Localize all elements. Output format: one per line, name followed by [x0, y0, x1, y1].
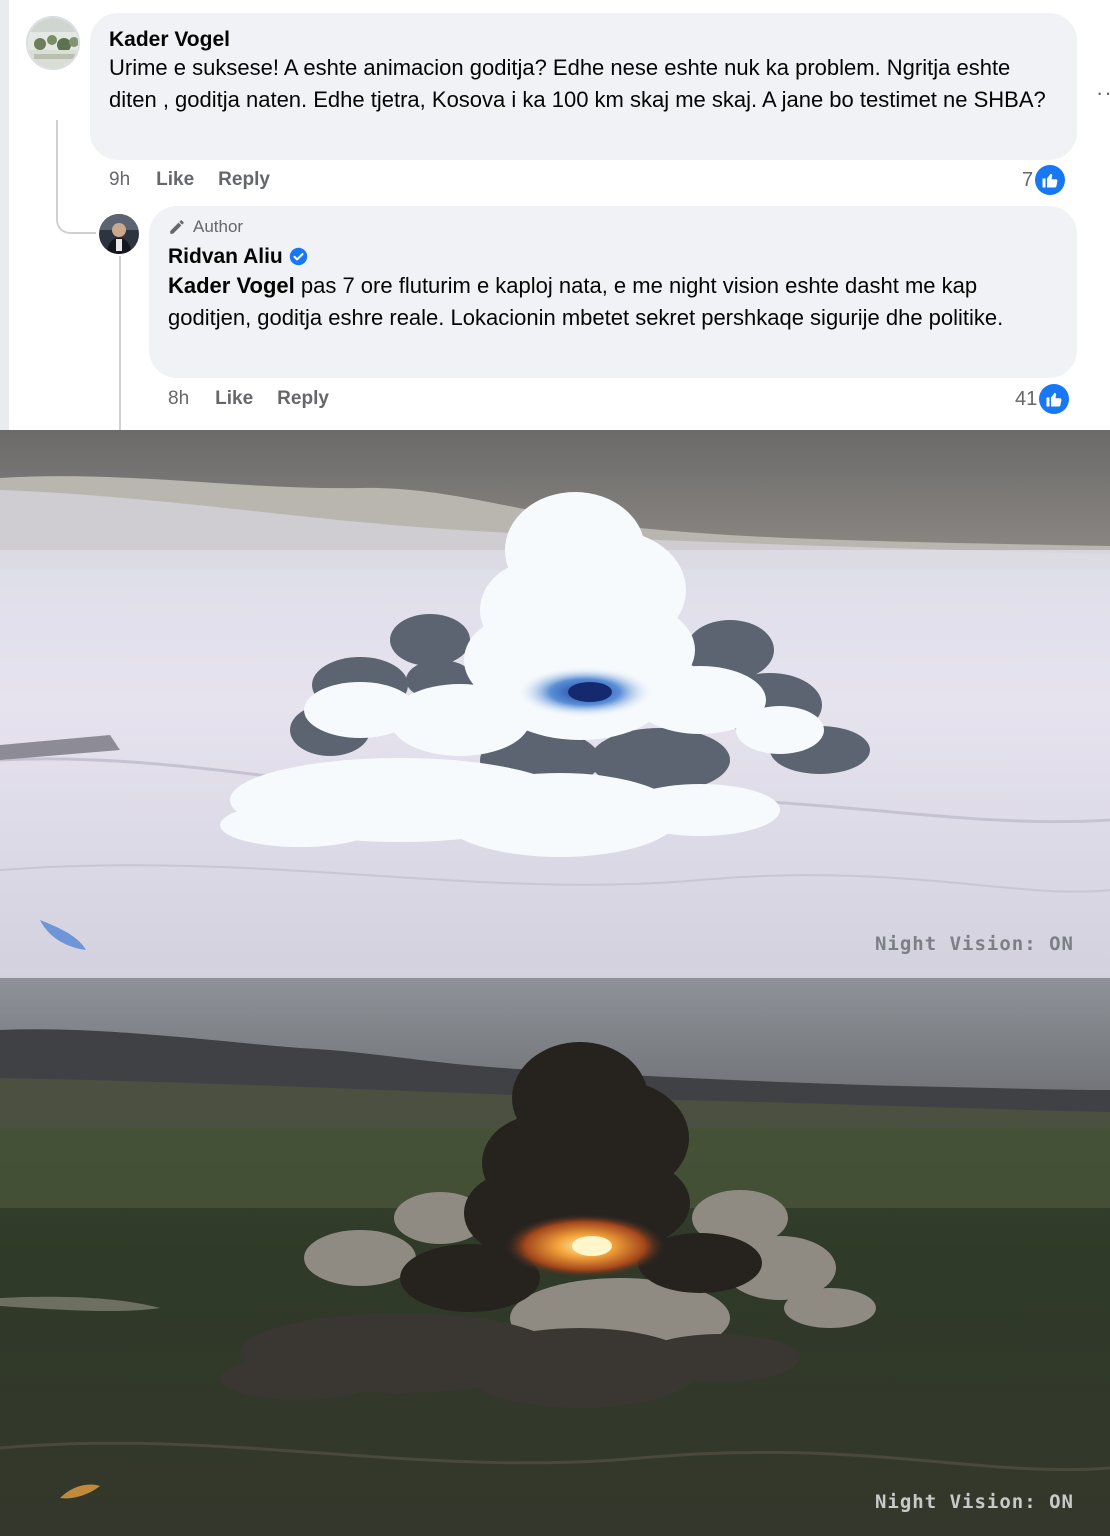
reaction-count: 41	[1015, 387, 1038, 410]
reaction-summary[interactable]: 7	[1022, 165, 1066, 195]
night-vision-label: Night Vision: ON	[874, 1491, 1074, 1513]
avatar[interactable]	[26, 16, 80, 70]
like-button[interactable]: Like	[215, 388, 253, 409]
reply-connector	[119, 256, 121, 430]
reply-actions: 8h Like Reply	[168, 388, 353, 410]
reply-button[interactable]: Reply	[218, 169, 270, 190]
verified-badge-icon	[289, 247, 307, 266]
reply-connector	[56, 120, 96, 234]
mention-link[interactable]: Kader Vogel	[168, 273, 295, 298]
reply-author-link[interactable]: Ridvan Aliu	[168, 245, 283, 268]
explosion-image: Night Vision: ON	[0, 978, 1110, 1536]
reply-button[interactable]: Reply	[277, 388, 329, 409]
night-vision-label: Night Vision: ON	[874, 933, 1074, 955]
reply-timestamp[interactable]: 8h	[168, 388, 189, 409]
thumbs-up-icon	[1035, 165, 1066, 195]
reply-text: Kader Vogel pas 7 ore fluturim e kaploj …	[168, 270, 1058, 334]
pencil-icon	[170, 220, 184, 234]
comment-author-name[interactable]: Kader Vogel	[109, 28, 230, 52]
avatar[interactable]	[99, 214, 139, 254]
comment-actions: 9h Like Reply	[109, 169, 294, 191]
night-vision-image: Night Vision: ON	[0, 430, 1110, 978]
author-badge-label: Author	[193, 217, 244, 236]
reply-author-name: Ridvan Aliu	[168, 245, 308, 269]
comment-thread: Kader Vogel Urime e suksese! A eshte ani…	[0, 0, 1110, 430]
comment-text: Urime e suksese! A eshte animacion godit…	[109, 55, 1046, 112]
thumbs-up-icon	[1039, 384, 1070, 414]
comment-timestamp[interactable]: 9h	[109, 169, 130, 190]
reaction-count: 7	[1022, 168, 1034, 191]
left-border	[0, 0, 9, 430]
like-button[interactable]: Like	[156, 169, 194, 190]
cropped-text-fragment	[200, 0, 320, 4]
author-badge: Author	[168, 217, 243, 237]
more-options-icon[interactable]: ··	[1096, 80, 1110, 106]
reaction-summary[interactable]: 41	[1015, 384, 1070, 414]
